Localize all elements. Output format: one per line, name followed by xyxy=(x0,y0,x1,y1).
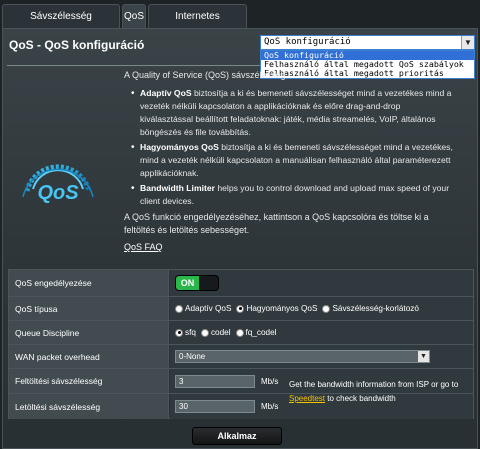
table-row-queue: Queue Discipline sfq codel fq_codel xyxy=(9,321,473,345)
wan-overhead-select[interactable]: 0-None ▼ xyxy=(175,350,430,363)
config-option-user-priority[interactable]: Felhasználó által megadott prioritás xyxy=(261,69,474,78)
radio-traditional-qos[interactable]: Hagyományos QoS xyxy=(236,304,317,313)
apply-button[interactable]: Alkalmaz xyxy=(192,427,282,445)
feature-list: Adaptív QoS biztosítja a ki és bemeneti … xyxy=(131,87,453,210)
radio-dot xyxy=(175,328,183,337)
bandwidth-info-text: Get the bandwidth information from ISP o… xyxy=(289,380,459,389)
config-option-qos-config[interactable]: QoS konfiguráció xyxy=(261,51,474,60)
config-select[interactable]: QoS konfiguráció ▼ xyxy=(260,35,475,50)
table-row-type: QoS típusa Adaptív QoS Hagyományos QoS S… xyxy=(9,297,473,321)
chevron-down-icon: ▼ xyxy=(418,351,429,362)
intro-text: A Quality of Service (QoS) sávszélesség xyxy=(124,70,286,80)
qos-panel: QoS - QoS konfiguráció QoS konfiguráció … xyxy=(2,28,478,449)
radio-dot xyxy=(236,304,245,313)
wan-overhead-value: 0-None xyxy=(179,352,206,361)
radio-bandwidth-limiter[interactable]: Sávszélesség-korlátozó xyxy=(322,304,419,313)
radio-adaptive-qos[interactable]: Adaptív QoS xyxy=(175,304,231,313)
bandwidth-info-text-after: to check bandwidth xyxy=(327,394,396,403)
config-select-options: QoS konfiguráció Felhasználó által megad… xyxy=(260,50,475,79)
toggle-on-label: ON xyxy=(176,276,199,290)
upload-input[interactable]: 3 xyxy=(175,374,255,388)
chevron-down-icon[interactable]: ▼ xyxy=(461,36,474,49)
logo-text: QoS xyxy=(37,182,79,204)
bandwidth-info: Get the bandwidth information from ISP o… xyxy=(289,378,464,406)
table-row-enable: QoS engedélyezése ON xyxy=(9,270,473,297)
config-select-value: QoS konfiguráció xyxy=(264,37,351,47)
tab-bandwidth-monitor[interactable]: Sávszélesség monitorozása xyxy=(2,4,120,46)
qos-logo-icon: QoS xyxy=(22,164,94,204)
bullet-title: Hagyományos QoS xyxy=(140,142,219,152)
qos-enable-toggle[interactable]: ON xyxy=(175,275,219,291)
radio-dot xyxy=(322,304,331,313)
wan-overhead-label: WAN packet overhead xyxy=(9,345,169,368)
tab-web-history[interactable]: Internetes Előzmények xyxy=(148,4,247,46)
type-label: QoS típusa xyxy=(9,297,169,320)
page-title: QoS - QoS konfiguráció xyxy=(9,38,145,52)
download-unit: Mb/s xyxy=(261,402,279,411)
radio-dot xyxy=(235,328,244,337)
qos-faq-link[interactable]: QoS FAQ xyxy=(124,242,163,252)
radio-dot xyxy=(200,328,209,337)
download-input[interactable]: 30 xyxy=(175,400,255,413)
speedtest-link[interactable]: Speedtest xyxy=(289,394,325,403)
enable-note: A QoS funkció engedélyezéséhez, kattints… xyxy=(124,212,429,235)
radio-fq-codel[interactable]: fq_codel xyxy=(235,328,276,337)
upload-unit: Mb/s xyxy=(261,376,279,386)
radio-sfq[interactable]: sfq xyxy=(175,328,196,337)
tab-bar: Sávszélesség monitorozása QoS Internetes… xyxy=(0,0,480,46)
upload-label: Feltöltési sávszélesség xyxy=(9,369,169,393)
queue-label: Queue Discipline xyxy=(9,321,169,344)
radio-dot xyxy=(175,304,183,313)
download-label: Letöltési sávszélesség xyxy=(9,394,169,419)
config-option-user-rules[interactable]: Felhasználó által megadott QoS szabályok xyxy=(261,60,474,69)
list-item: Bandwidth Limiter helps you to control d… xyxy=(131,182,453,208)
list-item: Adaptív QoS biztosítja a ki és bemeneti … xyxy=(131,87,453,139)
bullet-title: Adaptív QoS xyxy=(140,88,192,98)
enable-label: QoS engedélyezése xyxy=(9,270,169,296)
radio-codel[interactable]: codel xyxy=(200,328,231,337)
table-row-wan-overhead: WAN packet overhead 0-None ▼ xyxy=(9,345,473,369)
list-item: Hagyományos QoS biztosítja a ki és bemen… xyxy=(131,141,453,180)
tab-qos[interactable]: QoS xyxy=(122,4,146,28)
bullet-title: Bandwidth Limiter xyxy=(140,183,215,193)
